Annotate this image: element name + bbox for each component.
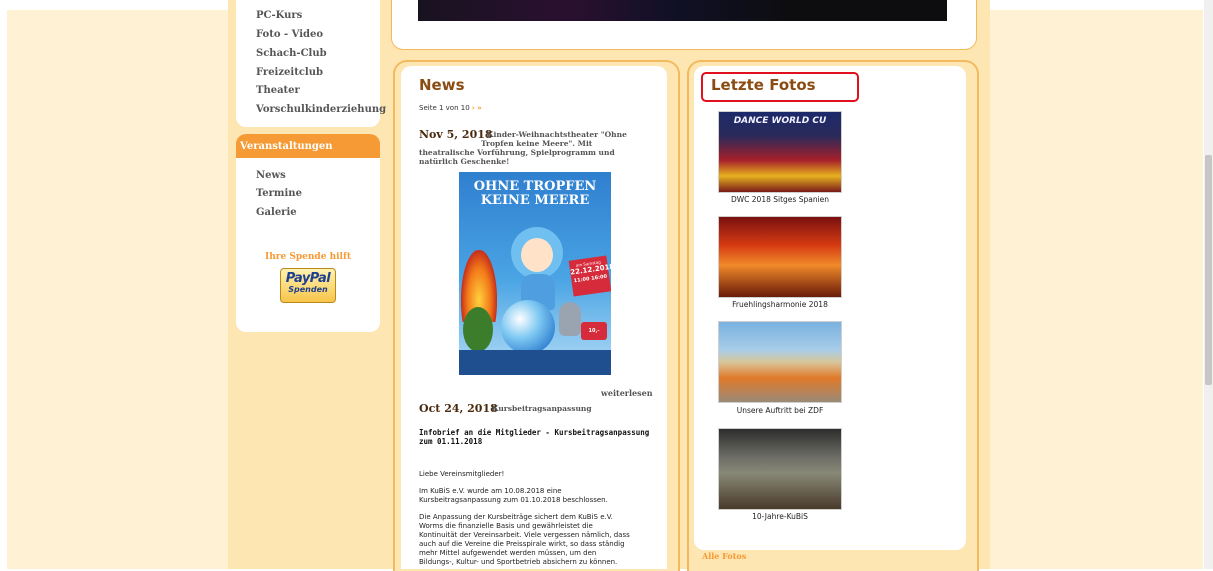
news-body-text: Kontinuität der Vereinsarbeit. Viele ver… xyxy=(419,531,630,539)
sidebar-item-pc-kurs[interactable]: PC-Kurs xyxy=(256,10,302,21)
news-item-date: Oct 24, 2018 xyxy=(419,402,498,415)
poster-price-badge: 10,- xyxy=(581,322,607,340)
paypal-logo: PayPal xyxy=(285,271,331,286)
news-body-text: Kursbeitragsanpassung zum 01.10.2018 bes… xyxy=(419,496,608,504)
sidebar-item-termine[interactable]: Termine xyxy=(256,188,302,199)
news-body-text: Im KuBiS e.V. wurde am 10.08.2018 eine xyxy=(419,487,562,495)
poster-title: KEINE MEERE xyxy=(480,193,590,208)
photo-thumbnail-fruehlingsharmonie[interactable] xyxy=(718,216,842,298)
sidebar-section-title: Veranstaltungen xyxy=(240,141,333,152)
photo-caption[interactable]: DWC 2018 Sitges Spanien xyxy=(694,195,866,204)
sidebar-item-foto-video[interactable]: Foto - Video xyxy=(256,29,323,40)
all-photos-link[interactable]: Alle Fotos xyxy=(702,551,746,561)
news-body-text: mehr Mittel aufgewendet werden müssen, u… xyxy=(419,549,597,557)
thumbnail-banner-text: DANCE WORLD CU xyxy=(733,116,827,126)
poster-title: OHNE TROPFEN xyxy=(473,179,597,194)
poster-sponsor-logos xyxy=(459,375,611,385)
news-body-text: Worms die finanzielle Basis und gewährle… xyxy=(419,522,593,530)
sidebar-item-schach-club[interactable]: Schach-Club xyxy=(256,48,327,59)
photo-thumbnail-10-jahre[interactable] xyxy=(718,428,842,510)
paypal-donate-button[interactable]: PayPal Spenden xyxy=(280,268,336,303)
photo-caption[interactable]: Unsere Auftritt bei ZDF xyxy=(694,406,866,415)
donate-label: Ihre Spende hilft xyxy=(265,252,351,262)
mouse-illustration xyxy=(559,302,581,336)
news-item-headline[interactable]: theatralische Vorführung, Spielprogramm … xyxy=(419,148,615,157)
photos-title: Letzte Fotos xyxy=(711,76,816,94)
sidebar-item-theater[interactable]: Theater xyxy=(256,85,300,96)
news-body-text: auch auf die Vereine die Preisspirale wi… xyxy=(419,540,625,548)
photo-thumbnail-zdf[interactable] xyxy=(718,321,842,403)
water-globe-illustration xyxy=(501,300,555,354)
news-item-headline[interactable]: Kinder-Weihnachtstheater "Ohne xyxy=(487,130,627,139)
paypal-button-label: Spenden xyxy=(288,285,328,294)
read-more-link[interactable]: weiterlesen xyxy=(601,388,653,398)
scrollbar-thumb[interactable] xyxy=(1205,155,1212,385)
news-title: News xyxy=(419,76,465,94)
news-item-headline[interactable]: Tropfen keine Meere". Mit xyxy=(481,139,592,148)
news-body-text: Bildungs-, Kultur- und Sportbetrieb absi… xyxy=(419,558,618,566)
news-body-text: Liebe Vereinsmitglieder! xyxy=(419,470,505,478)
sidebar-item-news[interactable]: News xyxy=(256,170,286,181)
news-poster-image[interactable]: OHNE TROPFEN KEINE MEERE am Samstag 22.1… xyxy=(459,172,611,385)
poster-date-badge: am Samstag 22.12.2018 11:00 16:00 xyxy=(568,255,611,297)
poster-footer xyxy=(459,350,611,375)
sidebar-item-vorschulkinderziehung[interactable]: Vorschulkinderziehung xyxy=(256,104,386,115)
photo-thumbnail-dwc[interactable]: DANCE WORLD CU xyxy=(718,111,842,193)
photo-caption[interactable]: 10-Jahre-KuBiS xyxy=(694,512,866,521)
sidebar-item-freizeitclub[interactable]: Freizeitclub xyxy=(256,67,323,78)
girl-face-illustration xyxy=(521,238,553,272)
sidebar-section-header: Veranstaltungen xyxy=(236,134,380,158)
news-pager: Seite 1 von 10 › » xyxy=(419,104,482,112)
news-body-text: Die Anpassung der Kursbeiträge sichert d… xyxy=(419,513,613,521)
news-body-bold: Infobrief an die Mitglieder - Kursbeitra… xyxy=(419,428,650,437)
pager-next-links[interactable]: › » xyxy=(472,104,482,112)
photo-caption[interactable]: Fruehlingsharmonie 2018 xyxy=(694,300,866,309)
news-item-headline[interactable]: natürlich Geschenke! xyxy=(419,157,509,166)
featured-image[interactable] xyxy=(418,0,947,21)
tree-illustration xyxy=(463,307,493,352)
news-item-headline[interactable]: Kursbeitragsanpassung xyxy=(492,404,592,413)
sidebar-item-galerie[interactable]: Galerie xyxy=(256,207,297,218)
news-body-bold: zum 01.11.2018 xyxy=(419,437,483,446)
pager-text: Seite 1 von 10 xyxy=(419,104,470,112)
